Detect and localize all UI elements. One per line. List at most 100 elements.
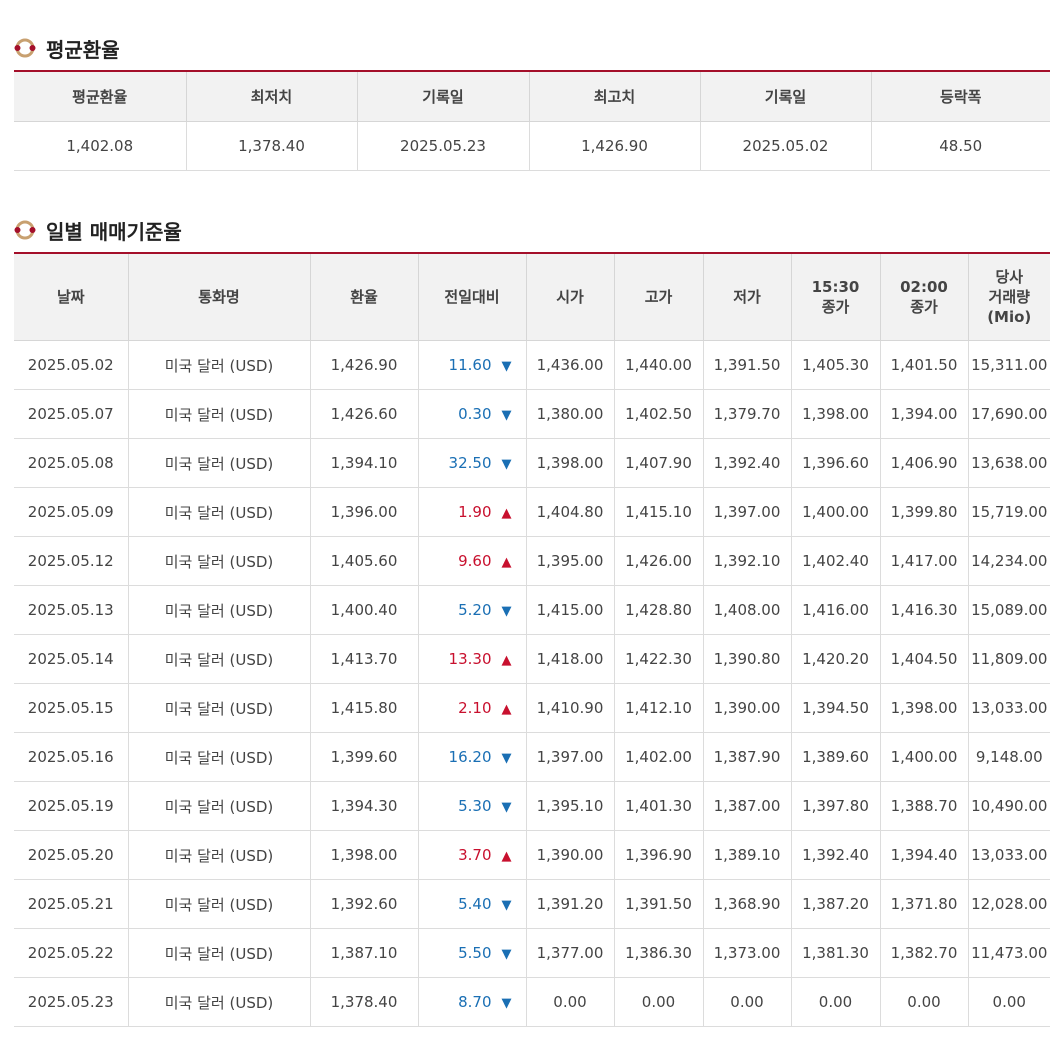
col-low: 저가 xyxy=(702,253,792,341)
currency-cell: 미국 달러 (USD) xyxy=(127,634,311,684)
close0200-cell: 1,399.80 xyxy=(879,487,969,537)
diff-value: 5.30 xyxy=(458,797,492,815)
col-min: 최저치 xyxy=(185,71,358,122)
rings-icon xyxy=(14,219,36,241)
currency-cell: 미국 달러 (USD) xyxy=(127,977,311,1027)
date-cell: 2025.05.13 xyxy=(14,585,129,635)
close0200-cell: 1,398.00 xyxy=(879,683,969,733)
high-cell: 1,440.00 xyxy=(613,340,704,390)
volume-cell: 17,690.00 xyxy=(967,389,1050,439)
low-cell: 1,408.00 xyxy=(702,585,792,635)
table-row: 2025.05.19 미국 달러 (USD) 1,394.30 5.30 ▼ 1,395.… xyxy=(14,781,1050,831)
table-row: 2025.05.09 미국 달러 (USD) 1,396.00 1.90 ▲ 1,404.… xyxy=(14,487,1050,537)
col-high: 고가 xyxy=(613,253,704,341)
volume-cell: 11,809.00 xyxy=(967,634,1050,684)
diff-value: 3.70 xyxy=(458,846,492,864)
close0200-cell: 1,382.70 xyxy=(879,928,969,978)
close0200-cell: 1,401.50 xyxy=(879,340,969,390)
daily-table-body: 2025.05.02 미국 달러 (USD) 1,426.90 11.60 ▼ 1,436… xyxy=(14,340,1050,1027)
currency-cell: 미국 달러 (USD) xyxy=(127,340,311,390)
col-rate: 환율 xyxy=(309,253,419,341)
close1530-cell: 1,381.30 xyxy=(790,928,881,978)
close1530-cell: 1,405.30 xyxy=(790,340,881,390)
date-cell: 2025.05.14 xyxy=(14,634,129,684)
currency-cell: 미국 달러 (USD) xyxy=(127,389,311,439)
low-cell: 1,373.00 xyxy=(702,928,792,978)
diff-cell: 2.10 ▲ xyxy=(417,683,527,733)
diff-cell: 8.70 ▼ xyxy=(417,977,527,1027)
date-cell: 2025.05.20 xyxy=(14,830,129,880)
avg-value-row: 1,402.08 1,378.40 2025.05.23 1,426.90 20… xyxy=(14,121,1050,171)
rate-cell: 1,400.40 xyxy=(309,585,419,635)
col-currency: 통화명 xyxy=(127,253,311,341)
triangle-down-icon: ▼ xyxy=(501,359,512,374)
rate-cell: 1,394.30 xyxy=(309,781,419,831)
open-cell: 1,395.10 xyxy=(525,781,615,831)
close0200-cell: 0.00 xyxy=(879,977,969,1027)
date-cell: 2025.05.16 xyxy=(14,732,129,782)
triangle-up-icon: ▲ xyxy=(501,555,512,570)
diff-value: 5.40 xyxy=(458,895,492,913)
date-cell: 2025.05.23 xyxy=(14,977,129,1027)
open-cell: 1,377.00 xyxy=(525,928,615,978)
diff-cell: 1.90 ▲ xyxy=(417,487,527,537)
close1530-cell: 1,396.60 xyxy=(790,438,881,488)
triangle-up-icon: ▲ xyxy=(501,653,512,668)
volume-cell: 15,089.00 xyxy=(967,585,1050,635)
currency-cell: 미국 달러 (USD) xyxy=(127,781,311,831)
low-cell: 1,391.50 xyxy=(702,340,792,390)
volume-cell: 10,490.00 xyxy=(967,781,1050,831)
diff-cell: 5.50 ▼ xyxy=(417,928,527,978)
rate-cell: 1,394.10 xyxy=(309,438,419,488)
volume-cell: 13,638.00 xyxy=(967,438,1050,488)
rate-cell: 1,378.40 xyxy=(309,977,419,1027)
table-row: 2025.05.23 미국 달러 (USD) 1,378.40 8.70 ▼ 0.00 0.… xyxy=(14,977,1050,1027)
volume-cell: 14,234.00 xyxy=(967,536,1050,586)
triangle-up-icon: ▲ xyxy=(501,849,512,864)
close1530-cell: 1,397.80 xyxy=(790,781,881,831)
close0200-cell: 1,394.40 xyxy=(879,830,969,880)
table-row: 2025.05.13 미국 달러 (USD) 1,400.40 5.20 ▼ 1,415.… xyxy=(14,585,1050,635)
diff-value: 5.50 xyxy=(458,944,492,962)
high-cell: 1,391.50 xyxy=(613,879,704,929)
close0200-cell: 1,371.80 xyxy=(879,879,969,929)
close1530-cell: 1,387.20 xyxy=(790,879,881,929)
low-cell: 1,397.00 xyxy=(702,487,792,537)
triangle-down-icon: ▼ xyxy=(501,408,512,423)
table-row: 2025.05.14 미국 달러 (USD) 1,413.70 13.30 ▲ 1,418… xyxy=(14,634,1050,684)
close0200-cell: 1,400.00 xyxy=(879,732,969,782)
table-row: 2025.05.22 미국 달러 (USD) 1,387.10 5.50 ▼ 1,377.… xyxy=(14,928,1050,978)
diff-value: 8.70 xyxy=(458,993,492,1011)
date-cell: 2025.05.15 xyxy=(14,683,129,733)
min-value: 1,378.40 xyxy=(185,121,358,171)
diff-cell: 32.50 ▼ xyxy=(417,438,527,488)
low-cell: 1,368.90 xyxy=(702,879,792,929)
low-cell: 1,387.90 xyxy=(702,732,792,782)
close1530-cell: 1,389.60 xyxy=(790,732,881,782)
volume-cell: 9,148.00 xyxy=(967,732,1050,782)
avg-rate-table: 평균환율 최저치 기록일 최고치 기록일 등락폭 1,402.08 1,378.… xyxy=(14,70,1050,171)
daily-rate-table: 날짜 통화명 환율 전일대비 시가 고가 저가 15:30 종가 02:00 종… xyxy=(14,252,1050,1027)
col-diff: 전일대비 xyxy=(417,253,527,341)
low-cell: 1,379.70 xyxy=(702,389,792,439)
volume-cell: 13,033.00 xyxy=(967,683,1050,733)
close1530-cell: 1,402.40 xyxy=(790,536,881,586)
high-cell: 1,396.90 xyxy=(613,830,704,880)
table-row: 2025.05.02 미국 달러 (USD) 1,426.90 11.60 ▼ 1,436… xyxy=(14,340,1050,390)
rate-cell: 1,392.60 xyxy=(309,879,419,929)
low-cell: 0.00 xyxy=(702,977,792,1027)
avg-section-title: 평균환율 xyxy=(14,33,120,63)
diff-value: 5.20 xyxy=(458,601,492,619)
open-cell: 0.00 xyxy=(525,977,615,1027)
volume-cell: 15,311.00 xyxy=(967,340,1050,390)
diff-value: 32.50 xyxy=(448,454,492,472)
currency-cell: 미국 달러 (USD) xyxy=(127,438,311,488)
col-max: 최고치 xyxy=(528,71,701,122)
high-cell: 1,428.80 xyxy=(613,585,704,635)
diff-cell: 11.60 ▼ xyxy=(417,340,527,390)
diff-cell: 5.40 ▼ xyxy=(417,879,527,929)
avg-section-title-text: 평균환율 xyxy=(46,37,120,62)
diff-value: 11.60 xyxy=(448,356,492,374)
diff-cell: 3.70 ▲ xyxy=(417,830,527,880)
triangle-down-icon: ▼ xyxy=(501,604,512,619)
